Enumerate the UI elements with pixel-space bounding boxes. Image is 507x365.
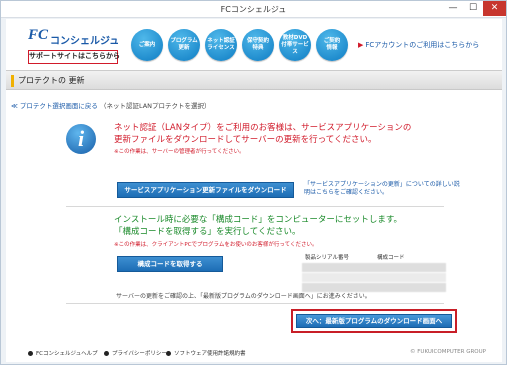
title-bar: FCコンシェルジュ — ☐ ✕ [1,1,506,18]
nav-dvd-service[interactable]: 教材DVD 付帯サービス [279,29,311,61]
close-button[interactable]: ✕ [483,1,506,16]
bullet-icon [28,351,33,356]
logo-text: コンシェルジュ [50,36,120,47]
bullet-icon [166,351,171,356]
nav-contract-info[interactable]: ご契約 情報 [316,29,348,61]
config-instructions: インストール時に必要な「構成コード」をコンピューターにセットします。 「構成コー… [114,214,402,238]
arrow-right-icon: ▶ [358,41,364,49]
footer-help-link[interactable]: FCコンシェルジュヘルプ [28,349,98,357]
footer: FCコンシェルジュヘルプ プライバシーポリシー ソフトウェア使用許諾規約書 © … [6,346,502,360]
breadcrumb: ≪ プロテクト選択画面に戻る （ネット認証LANプロテクトを選択） [11,100,211,110]
page-title: プロテクトの 更新 [18,76,85,85]
table-header: 製品シリアル番号 構成コード [302,253,446,262]
page-content: FC コンシェルジュ サポートサイトはこちらから ご案内 プログラム 更新 ネッ… [6,19,502,362]
divider [66,206,444,207]
client-note: ※この作業は、クライアントPCでプログラムをお使いのお客様が行ってください。 [114,242,318,248]
page-heading: プロテクトの 更新 [6,70,502,90]
support-site-link[interactable]: サポートサイトはこちらから [28,50,120,64]
window-title: FCコンシェルジュ [220,5,287,14]
table-row [302,263,446,272]
header-serial: 製品シリアル番号 [305,255,349,261]
app-window: FCコンシェルジュ — ☐ ✕ FC コンシェルジュ サポートサイトはこちらから… [0,0,507,365]
config-line-1: インストール時に必要な「構成コード」をコンピューターにセットします。 [114,215,402,225]
footer-privacy-link[interactable]: プライバシーポリシー [104,349,167,357]
divider [66,303,444,304]
heading-accent [11,75,14,87]
get-config-code-button[interactable]: 構成コードを取得する [117,256,223,272]
footer-license-label: ソフトウェア使用許諾規約書 [174,351,246,357]
footer-license-link[interactable]: ソフトウェア使用許諾規約書 [166,349,246,357]
next-button-highlight: 次へ：最新版プログラムのダウンロード画面へ [291,309,457,333]
lan-line-2: 更新ファイルをダウンロードしてサーバーの更新を行ってください。 [114,135,377,145]
download-service-update-button[interactable]: サービスアプリケーション更新ファイルをダウンロード [117,182,294,198]
lan-instructions: ネット認証（LANタイプ）をご利用のお客様は、サービスアプリケーションの 更新フ… [114,122,411,146]
service-update-help-link[interactable]: 「サービスアプリケーションの更新」についての詳しい説 明はこちらをご確認ください… [304,181,460,197]
footer-privacy-label: プライバシーポリシー [112,351,167,357]
nav-program-update[interactable]: プログラム 更新 [168,29,200,61]
config-line-2: 「構成コードを取得する」を実行してください。 [114,227,301,237]
lan-line-1: ネット認証（LANタイプ）をご利用のお客様は、サービスアプリケーションの [114,123,412,133]
next-download-button[interactable]: 次へ：最新版プログラムのダウンロード画面へ [296,314,452,328]
site-header: FC コンシェルジュ サポートサイトはこちらから ご案内 プログラム 更新 ネッ… [6,19,502,71]
back-note: （ネット認証LANプロテクトを選択） [99,102,211,110]
admin-note: ※この作業は、サーバーの管理者が行ってください。 [114,149,245,155]
fc-account-link[interactable]: ▶ FCアカウントのご利用はこちらから [358,40,479,50]
back-link[interactable]: ≪ プロテクト選択画面に戻る [11,102,98,110]
proceed-note: サーバーの更新をご確認の上、「最新版プログラムのダウンロード画面へ」にお進みくだ… [116,293,371,300]
site-logo[interactable]: FC コンシェルジュ [28,27,119,49]
nav-guide[interactable]: ご案内 [131,29,163,61]
nav-maintenance[interactable]: 保守契約 特典 [242,29,274,61]
minimize-button[interactable]: — [443,1,463,16]
header-config-code: 構成コード [377,255,405,261]
logo-mark: FC [28,27,49,43]
config-code-table: 製品シリアル番号 構成コード [302,253,446,292]
bullet-icon [104,351,109,356]
fc-account-label: FCアカウントのご利用はこちらから [365,41,480,49]
info-icon: i [66,124,96,154]
footer-help-label: FCコンシェルジュヘルプ [36,351,98,357]
copyright: © FUKUICOMPUTER GROUP [410,349,486,355]
maximize-button[interactable]: ☐ [463,1,483,16]
nav-net-license[interactable]: ネット認証 ライセンス [205,29,237,61]
table-row [302,273,446,282]
